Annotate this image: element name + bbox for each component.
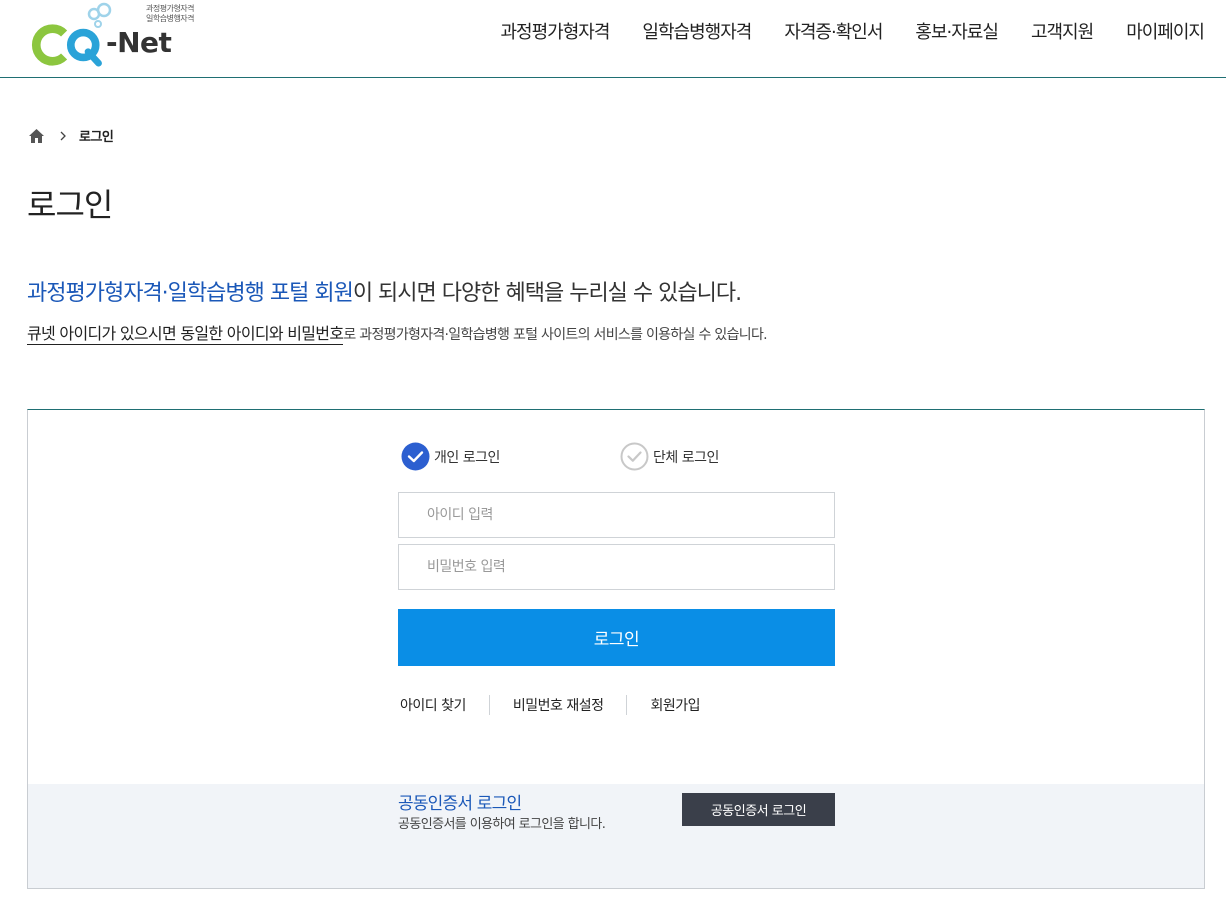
login-panel: 개인 로그인 단체 로그인 로그인 아이디 찾기 비밀번호 재설정 회원가입 공… (27, 409, 1205, 889)
intro-sub-underlined: 큐넷 아이디가 있으시면 동일한 아이디와 비밀번호 (27, 324, 344, 345)
intro-highlight: 과정평가형자격·일학습병행 포털 회원 (27, 281, 354, 306)
personal-login-label: 개인 로그인 (434, 449, 500, 466)
nav-course-assessment[interactable]: 과정평가형자격 (500, 18, 610, 44)
logo-subtitle-line1: 과정평가형자격 (146, 4, 195, 13)
group-login-label: 단체 로그인 (653, 449, 719, 466)
main-nav: 과정평가형자격 일학습병행자격 자격증·확인서 홍보·자료실 고객지원 마이페이… (467, 18, 1205, 44)
nav-work-learning[interactable]: 일학습병행자격 (642, 18, 752, 44)
nav-mypage[interactable]: 마이페이지 (1126, 18, 1205, 44)
certificate-login-description: 공동인증서를 이용하여 로그인을 합니다. (398, 817, 606, 832)
login-type-selector: 개인 로그인 단체 로그인 (401, 442, 841, 474)
personal-login-option[interactable]: 개인 로그인 (401, 442, 500, 471)
logo-wordmark: -Net (106, 26, 172, 59)
logo-subtitle-line2: 일학습병행자격 (146, 14, 195, 23)
find-id-link[interactable]: 아이디 찾기 (400, 695, 466, 715)
page-title: 로그인 (27, 186, 113, 224)
home-icon[interactable] (28, 128, 45, 144)
certificate-login-title: 공동인증서 로그인 (398, 794, 522, 814)
password-input[interactable] (398, 544, 835, 590)
certificate-login-button[interactable]: 공동인증서 로그인 (682, 793, 835, 826)
intro-sub-rest: 로 과정평가형자격·일학습병행 포털 사이트의 서비스를 이용하실 수 있습니다… (343, 327, 767, 343)
certificate-login-section: 공동인증서 로그인 공동인증서를 이용하여 로그인을 합니다. 공동인증서 로그… (28, 784, 1204, 888)
nav-customer-support[interactable]: 고객지원 (1031, 18, 1094, 44)
intro-headline-rest: 이 되시면 다양한 혜택을 누리실 수 있습니다. (352, 281, 742, 306)
link-divider (488, 695, 490, 715)
check-circle-unselected-icon (620, 442, 649, 471)
intro-headline: 과정평가형자격·일학습병행 포털 회원이 되시면 다양한 혜택을 누리실 수 있… (27, 275, 742, 307)
site-header: 과정평가형자격 일학습병행자격 -Net 과정평가형자격 일학습병행자격 자격증… (0, 0, 1226, 78)
cq-net-logo[interactable]: 과정평가형자격 일학습병행자격 -Net (26, 0, 196, 70)
check-circle-selected-icon (401, 442, 430, 471)
user-id-input[interactable] (398, 492, 835, 538)
chevron-right-icon (60, 131, 66, 140)
link-divider (626, 695, 628, 715)
account-links: 아이디 찾기 비밀번호 재설정 회원가입 (400, 695, 701, 715)
login-button[interactable]: 로그인 (398, 609, 835, 666)
breadcrumb-current: 로그인 (79, 130, 114, 145)
signup-link[interactable]: 회원가입 (650, 695, 700, 715)
reset-password-link[interactable]: 비밀번호 재설정 (513, 695, 604, 715)
logo-subtitle: 과정평가형자격 일학습병행자격 (146, 4, 195, 24)
nav-certificates[interactable]: 자격증·확인서 (784, 18, 883, 44)
breadcrumb: 로그인 (28, 126, 114, 145)
nav-pr-resources[interactable]: 홍보·자료실 (915, 18, 999, 44)
group-login-option[interactable]: 단체 로그인 (620, 442, 719, 471)
intro-subtext: 큐넷 아이디가 있으시면 동일한 아이디와 비밀번호로 과정평가형자격·일학습병… (27, 320, 768, 345)
